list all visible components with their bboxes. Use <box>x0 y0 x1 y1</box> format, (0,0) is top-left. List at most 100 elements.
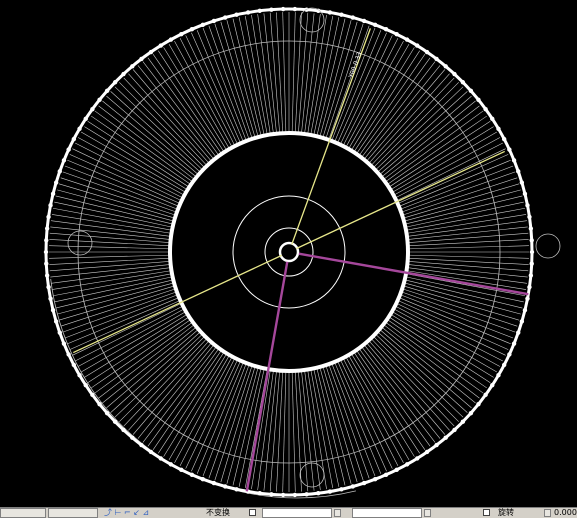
spoke-line <box>319 366 352 484</box>
rim-bead <box>519 319 525 324</box>
rim-bead <box>339 12 344 17</box>
rim-bead <box>350 15 356 20</box>
spoke-line <box>60 288 176 327</box>
inner-rim <box>168 131 410 373</box>
spoke-line <box>49 239 171 247</box>
spoke-line <box>49 245 171 250</box>
rim-bead <box>316 491 321 496</box>
rim-bead <box>139 442 144 448</box>
spin-icon[interactable] <box>424 509 431 517</box>
spoke-line <box>331 27 376 142</box>
rim-bead <box>222 484 228 489</box>
rim-bead <box>44 261 49 266</box>
spoke-line <box>282 12 287 134</box>
rim-bead <box>501 136 507 142</box>
spoke-line <box>202 27 247 142</box>
rim-bead <box>452 71 457 77</box>
rim-bead <box>269 492 274 497</box>
rim-bead <box>130 435 135 440</box>
spoke-line <box>57 282 175 315</box>
checkbox-icon[interactable] <box>483 509 490 516</box>
rim-bead <box>200 477 206 482</box>
drawing-viewport[interactable]: Υ00-0.33 <box>0 0 577 507</box>
spoke-line <box>276 12 284 134</box>
rim-bead <box>158 43 163 48</box>
spoke-line <box>319 20 352 138</box>
spin-icon[interactable] <box>334 509 341 517</box>
rim-bead <box>327 10 333 15</box>
rim-bead <box>529 238 534 243</box>
rim-bead <box>490 382 495 388</box>
rim-bead <box>71 136 77 142</box>
spoke-line <box>310 15 334 136</box>
checkbox-icon[interactable] <box>249 509 256 516</box>
spoke-line <box>64 294 179 339</box>
rim-bead <box>57 169 62 174</box>
rim-bead <box>468 410 474 416</box>
spoke-line <box>337 32 387 144</box>
rim-bead <box>460 80 466 85</box>
spoke-line <box>75 142 184 199</box>
rim-bead <box>179 467 184 473</box>
rim-bead <box>53 319 59 324</box>
spoke-line <box>342 38 399 147</box>
spoke-line <box>307 14 327 135</box>
spoke-line <box>226 366 259 484</box>
spoke-line <box>402 288 518 327</box>
spoke-line <box>291 370 296 492</box>
rim-bead <box>44 273 50 278</box>
spoke-line <box>168 354 230 460</box>
rim-bead <box>529 249 535 255</box>
spoke-line <box>328 25 370 140</box>
rim-bead <box>516 330 521 335</box>
spoke-line <box>406 270 527 290</box>
rim-bead <box>46 284 51 290</box>
spin-icon[interactable] <box>544 509 551 517</box>
rim-bead <box>476 401 481 407</box>
rim-bead <box>121 427 126 433</box>
spoke-line <box>291 12 296 134</box>
rim-bead <box>90 392 95 398</box>
spoke-line <box>405 207 526 231</box>
rim-bead <box>83 382 88 388</box>
rim-bead <box>490 116 495 122</box>
spoke-line <box>402 177 518 216</box>
rim-bead <box>53 180 59 185</box>
rim-bead <box>112 80 118 85</box>
cad-drawing[interactable]: Υ00-0.33 <box>0 0 577 507</box>
rim-bead <box>394 467 399 473</box>
rim-bead <box>496 372 501 378</box>
rim-bead <box>222 15 228 20</box>
rim-bead <box>424 449 430 455</box>
rim-bead <box>501 362 507 368</box>
spoke-line <box>399 165 514 210</box>
spoke-line <box>214 365 253 481</box>
rim-bead <box>61 158 67 163</box>
rim-bead <box>525 296 530 301</box>
rim-bead <box>104 88 110 94</box>
spoke-line <box>331 362 376 477</box>
rim-bead <box>257 491 262 496</box>
rim-bead <box>483 392 488 398</box>
spoke-line <box>226 20 259 138</box>
rim-bead <box>168 37 174 42</box>
rim-bead <box>443 64 448 69</box>
rim-bead <box>372 477 378 482</box>
rim-bead <box>44 238 49 243</box>
rim-bead <box>66 352 71 357</box>
spoke-line <box>394 142 503 199</box>
rim-bead <box>404 37 410 42</box>
rim-bead <box>57 330 62 335</box>
rim-bead <box>97 401 102 407</box>
spoke-line <box>406 214 527 234</box>
rim-bead <box>452 427 457 433</box>
spoke-line <box>49 257 171 265</box>
spoke-line <box>251 14 271 135</box>
rim-bead <box>394 31 399 37</box>
rim-bead <box>234 12 239 17</box>
spoke-line <box>310 368 334 489</box>
spoke-line <box>69 154 181 204</box>
spoke-line <box>403 282 521 315</box>
spoke-line <box>191 32 241 144</box>
spoke-line <box>191 360 241 472</box>
